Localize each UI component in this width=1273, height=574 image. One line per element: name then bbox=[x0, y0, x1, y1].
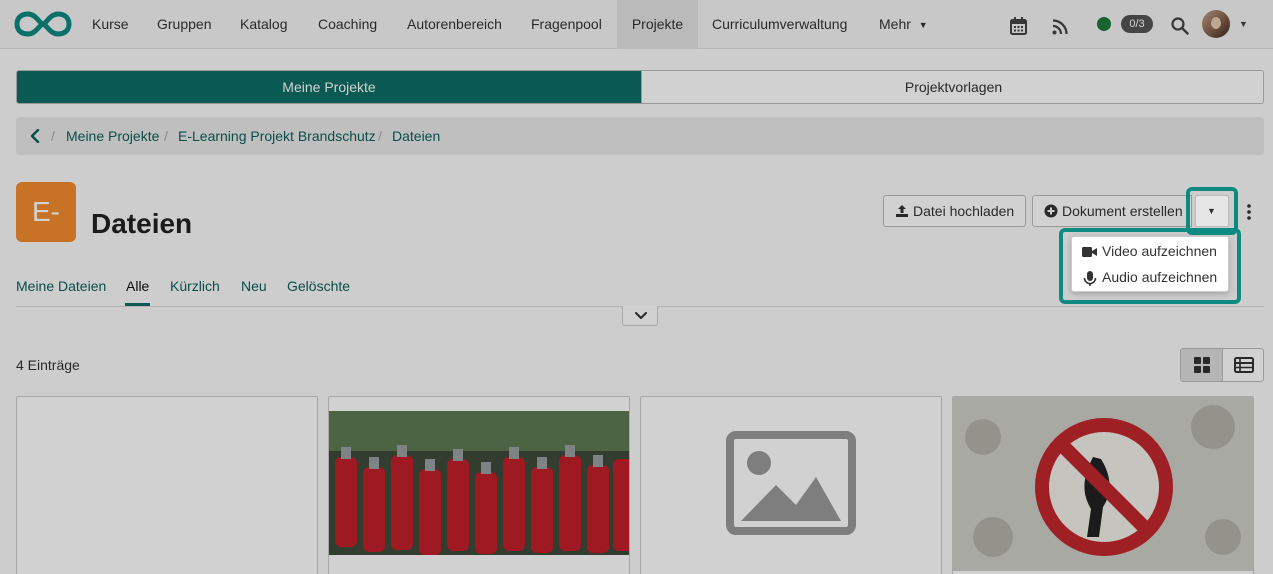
list-view-button[interactable] bbox=[1223, 349, 1263, 381]
nav-item-kurse[interactable]: Kurse bbox=[92, 0, 129, 49]
nav-item-autorenbereich[interactable]: Autorenbereich bbox=[407, 0, 502, 49]
avatar[interactable] bbox=[1202, 10, 1230, 38]
no-fire-sign-thumbnail bbox=[953, 397, 1253, 574]
entry-count: 4 Einträge bbox=[16, 357, 80, 373]
grid-view-button[interactable] bbox=[1181, 349, 1223, 381]
caret-down-icon: ▼ bbox=[918, 20, 928, 31]
search-icon[interactable] bbox=[1171, 15, 1189, 37]
breadcrumb-item-dateien[interactable]: Dateien bbox=[392, 128, 440, 144]
nav-item-curriculumverwaltung[interactable]: Curriculumverwaltung bbox=[712, 0, 847, 49]
tab-meine-projekte[interactable]: Meine Projekte bbox=[17, 71, 641, 103]
file-card[interactable] bbox=[328, 396, 630, 574]
more-options-icon[interactable] bbox=[1237, 196, 1261, 228]
nav-item-coaching[interactable]: Coaching bbox=[318, 0, 377, 49]
view-mode-toggle bbox=[1180, 348, 1264, 382]
chevron-down-icon bbox=[635, 312, 647, 319]
upload-file-label: Datei hochladen bbox=[913, 203, 1015, 219]
nav-item-gruppen[interactable]: Gruppen bbox=[157, 0, 211, 49]
upload-icon bbox=[896, 205, 908, 217]
breadcrumb-item-meine-projekte[interactable]: Meine Projekte bbox=[66, 128, 159, 144]
rss-icon[interactable] bbox=[1052, 16, 1068, 38]
breadcrumb-separator: / bbox=[378, 128, 382, 144]
caret-down-icon: ▼ bbox=[1207, 206, 1216, 216]
plus-circle-icon bbox=[1044, 204, 1058, 218]
create-document-label: Dokument erstellen bbox=[1062, 203, 1183, 219]
active-tab-indicator bbox=[125, 303, 150, 306]
breadcrumb: / Meine Projekte / E-Learning Projekt Br… bbox=[16, 117, 1264, 155]
create-document-button[interactable]: Dokument erstellen bbox=[1032, 195, 1192, 227]
tab-projektvorlagen[interactable]: Projektvorlagen bbox=[641, 71, 1263, 103]
nav-item-mehr-label: Mehr bbox=[879, 16, 911, 32]
nav-item-mehr[interactable]: Mehr ▼ bbox=[879, 0, 928, 49]
page: Kurse Gruppen Katalog Coaching Autorenbe… bbox=[0, 0, 1273, 574]
nav-item-projekte[interactable]: Projekte bbox=[617, 0, 698, 49]
status-badge[interactable]: 0/3 bbox=[1121, 15, 1153, 33]
nav-item-katalog[interactable]: Katalog bbox=[240, 0, 287, 49]
tab-geloeschte[interactable]: Gelöschte bbox=[287, 278, 350, 294]
back-arrow-icon[interactable] bbox=[30, 129, 42, 143]
project-view-toggle: Meine Projekte Projektvorlagen bbox=[16, 70, 1264, 104]
table-icon bbox=[1234, 357, 1254, 373]
upload-file-button[interactable]: Datei hochladen bbox=[883, 195, 1026, 227]
breadcrumb-separator: / bbox=[164, 128, 168, 144]
tab-alle[interactable]: Alle bbox=[126, 278, 149, 294]
breadcrumb-item-project[interactable]: E-Learning Projekt Brandschutz bbox=[178, 128, 376, 144]
logo-icon[interactable] bbox=[14, 10, 72, 38]
page-title: Dateien bbox=[91, 208, 193, 239]
file-card[interactable] bbox=[640, 396, 942, 574]
calendar-icon[interactable] bbox=[1010, 15, 1027, 37]
top-navigation: Kurse Gruppen Katalog Coaching Autorenbe… bbox=[0, 0, 1273, 49]
fire-extinguishers-thumbnail bbox=[329, 411, 629, 574]
nav-item-fragenpool[interactable]: Fragenpool bbox=[531, 0, 602, 49]
highlight-dropdown-frame bbox=[1059, 228, 1241, 304]
image-placeholder-icon bbox=[726, 431, 856, 535]
project-icon: E- bbox=[16, 182, 76, 242]
file-card[interactable] bbox=[952, 396, 1254, 574]
tab-meine-dateien[interactable]: Meine Dateien bbox=[16, 278, 106, 294]
grid-icon bbox=[1194, 357, 1210, 373]
file-card[interactable] bbox=[16, 396, 318, 574]
tab-neu[interactable]: Neu bbox=[241, 278, 267, 294]
expand-filters-button[interactable] bbox=[622, 306, 658, 326]
chevron-down-icon[interactable]: ▼ bbox=[1239, 19, 1248, 29]
online-status-dot[interactable] bbox=[1097, 17, 1111, 31]
create-options-toggle-highlighted[interactable]: ▼ bbox=[1195, 195, 1229, 227]
breadcrumb-separator: / bbox=[51, 128, 55, 144]
tab-kuerzlich[interactable]: Kürzlich bbox=[170, 278, 220, 294]
